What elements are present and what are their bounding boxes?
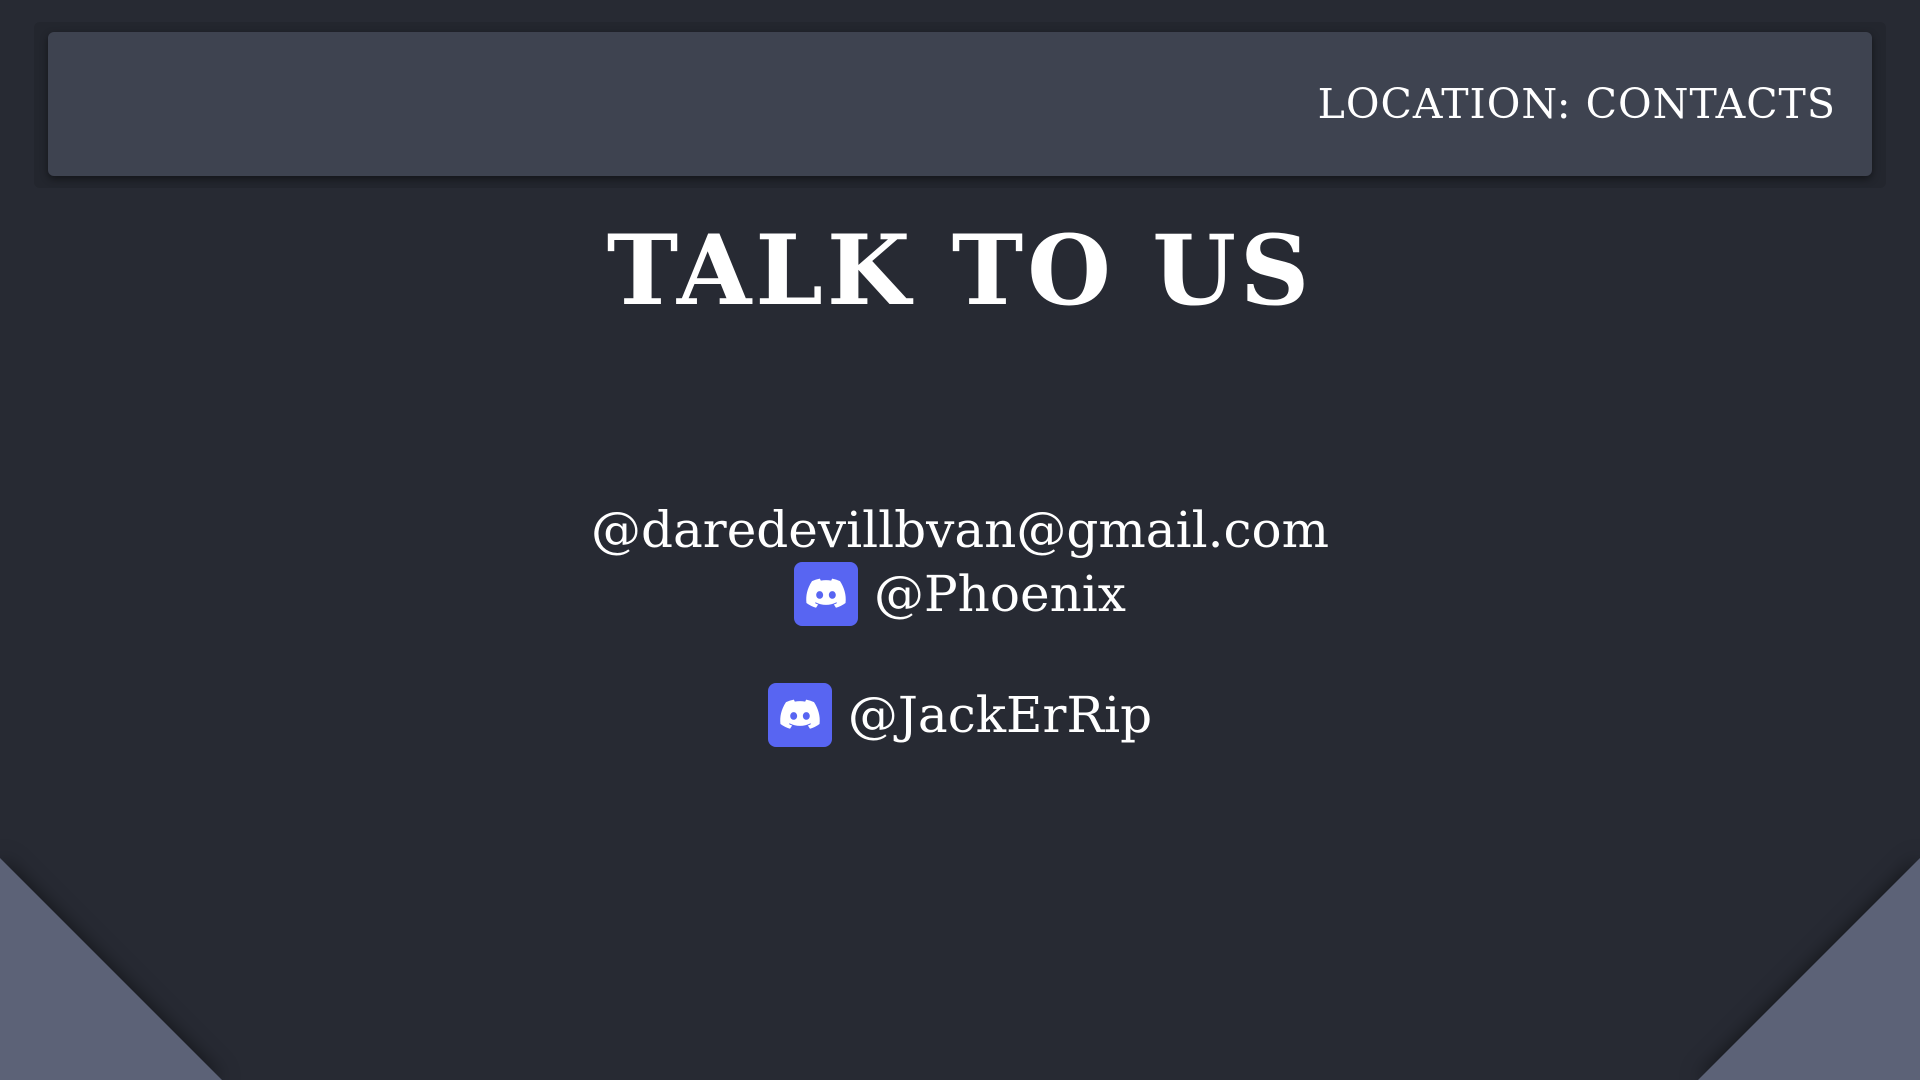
corner-decoration-right: [1698, 858, 1920, 1080]
discord-handle: @Phoenix: [874, 565, 1126, 623]
location-label: LOCATION: CONTACTS: [1317, 80, 1836, 128]
discord-contact-phoenix[interactable]: @Phoenix: [0, 562, 1920, 626]
discord-icon: [794, 562, 859, 626]
discord-contact-jackerrip[interactable]: @JackErRip: [0, 683, 1920, 747]
email-text: @daredevillbvan@gmail.com: [590, 501, 1329, 559]
email-contact[interactable]: @daredevillbvan@gmail.com: [0, 505, 1920, 555]
discord-icon: [767, 683, 832, 747]
corner-decoration-left: [0, 858, 222, 1080]
header-bar: LOCATION: CONTACTS: [48, 32, 1872, 176]
page-title: TALK TO US: [606, 214, 1314, 327]
discord-handle: @JackErRip: [847, 686, 1153, 744]
